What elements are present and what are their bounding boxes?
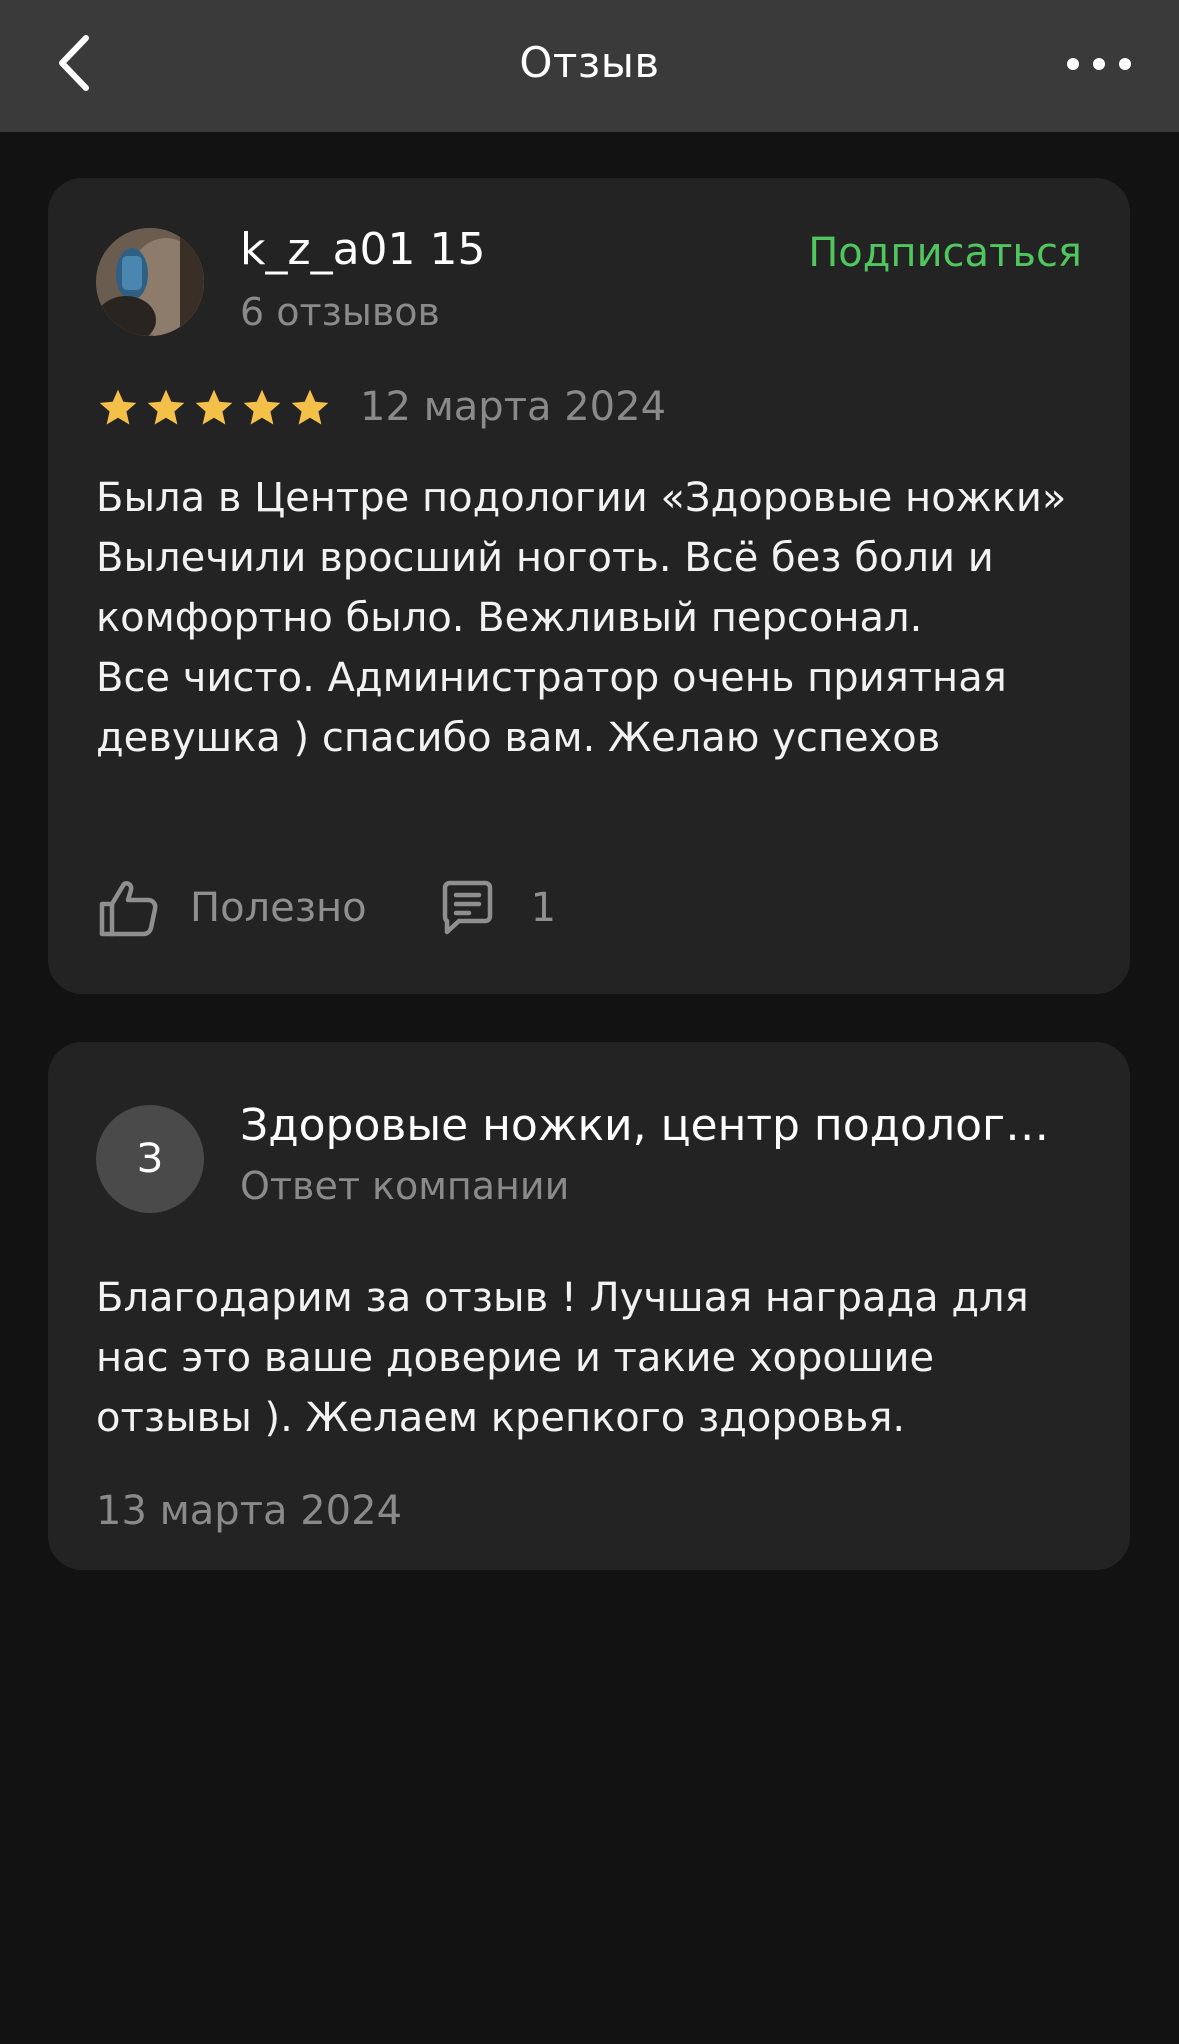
top-bar: Отзыв xyxy=(0,0,1179,132)
comment-count: 1 xyxy=(530,885,557,931)
review-date: 12 марта 2024 xyxy=(360,384,667,430)
company-avatar[interactable]: З xyxy=(96,1105,204,1213)
reply-date: 13 марта 2024 xyxy=(96,1488,403,1534)
helpful-label: Полезно xyxy=(190,885,367,931)
rating-stars xyxy=(96,386,332,430)
company-name[interactable]: Здоровые ножки, центр подологии xyxy=(240,1100,1060,1151)
more-horizontal-icon xyxy=(1067,58,1131,70)
review-card: k_z_a01 15 6 отзывов Подписаться 12 март… xyxy=(48,178,1130,994)
company-reply-card: З Здоровые ножки, центр подологии Ответ … xyxy=(48,1042,1130,1570)
star-icon xyxy=(195,389,233,425)
comment-icon xyxy=(442,880,492,935)
page-title: Отзыв xyxy=(519,38,660,87)
author-review-count: 6 отзывов xyxy=(240,290,440,334)
comments-button[interactable]: 1 xyxy=(437,878,556,938)
more-options-button[interactable] xyxy=(1063,40,1135,88)
reply-subtitle: Ответ компании xyxy=(240,1164,570,1208)
avatar[interactable] xyxy=(96,228,204,336)
avatar-photo xyxy=(96,228,204,336)
subscribe-button[interactable]: Подписаться xyxy=(808,230,1082,276)
star-icon xyxy=(99,389,137,425)
star-icon xyxy=(243,389,281,425)
review-text: Была в Центре подологии «Здоровые ножки»… xyxy=(96,475,1067,761)
star-icon xyxy=(291,389,329,425)
review-actions: Полезно 1 xyxy=(96,872,556,944)
star-icon xyxy=(147,389,185,425)
author-name[interactable]: k_z_a01 15 xyxy=(240,224,486,275)
helpful-button[interactable]: Полезно xyxy=(96,876,367,940)
thumbs-up-icon xyxy=(99,881,158,937)
reply-text: Благодарим за отзыв ! Лучшая награда для… xyxy=(96,1275,1029,1441)
